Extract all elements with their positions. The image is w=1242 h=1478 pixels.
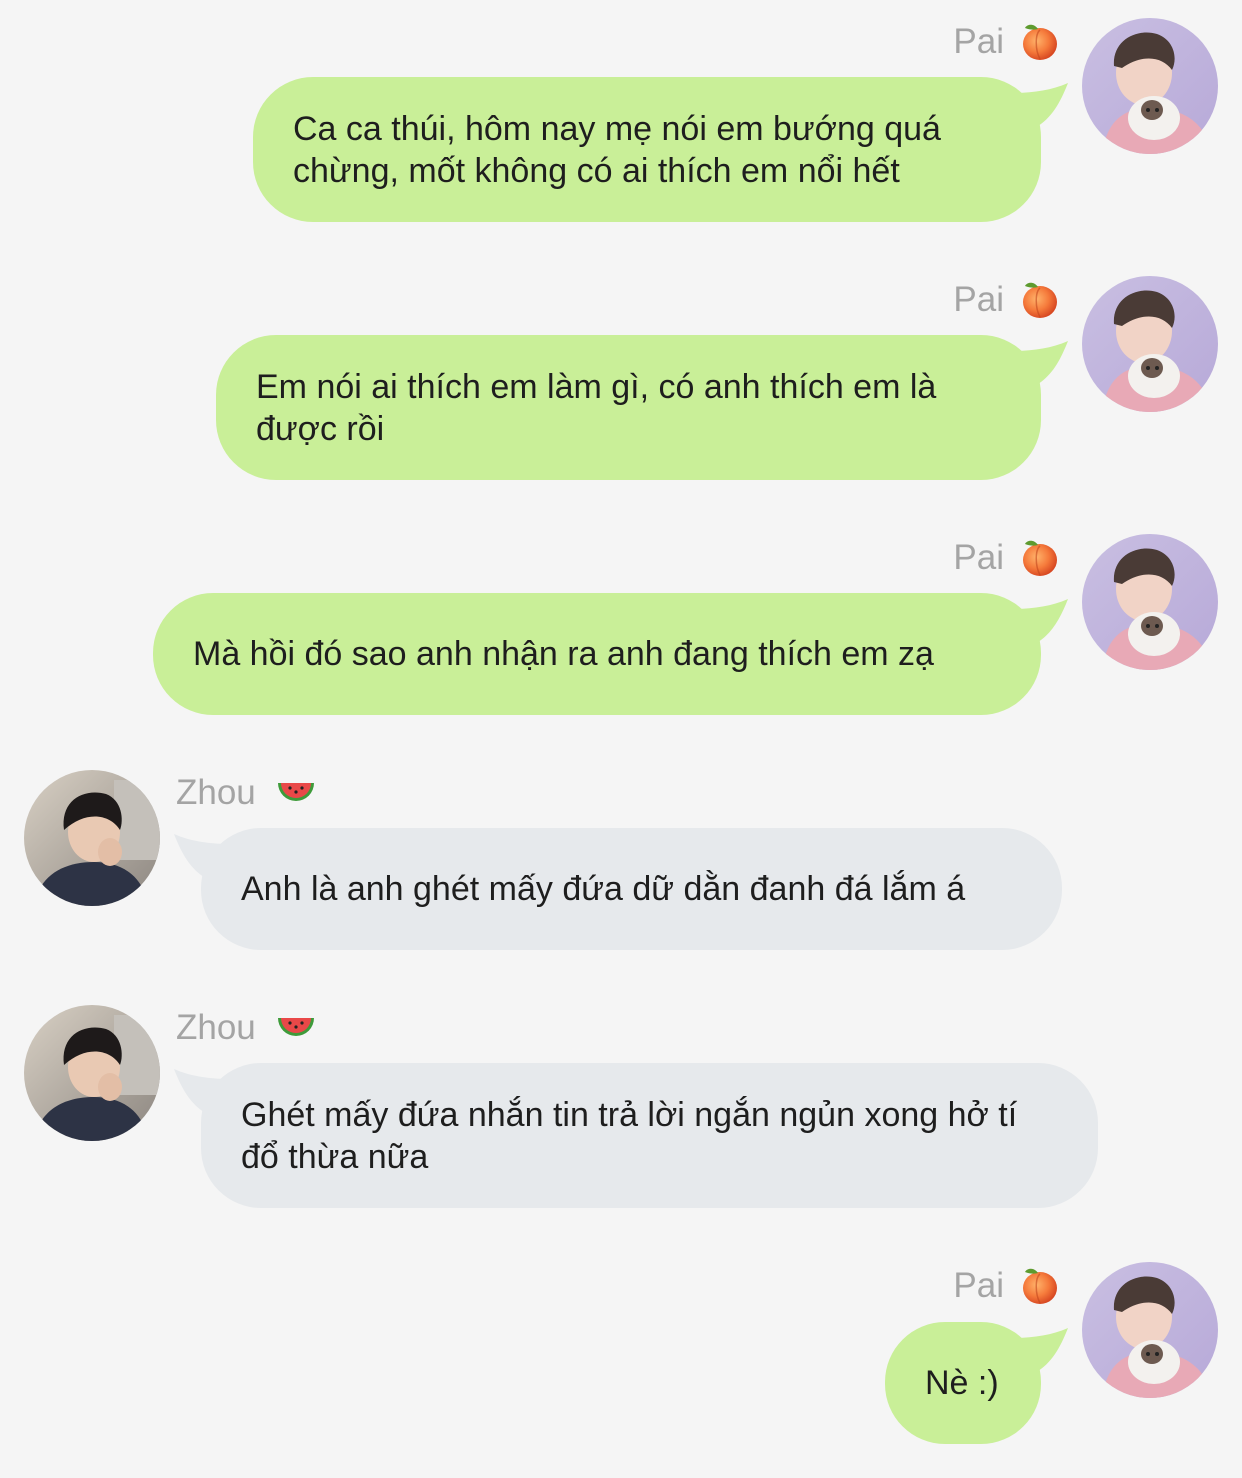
bubble-tail [1010, 599, 1068, 644]
watermelon-emoji [278, 783, 314, 801]
peach-emoji [1023, 1268, 1057, 1304]
message-bubble[interactable]: Em nói ai thích em làm gì, có anh thích … [216, 335, 1041, 480]
sender-name: Pai [953, 538, 1004, 577]
watermelon-emoji [278, 1018, 314, 1036]
avatar-zhou[interactable] [24, 770, 160, 906]
avatar-pai[interactable] [1082, 276, 1218, 412]
avatar-pai[interactable] [1082, 1262, 1218, 1398]
avatar-pai[interactable] [1082, 18, 1218, 154]
sender-name: Zhou [176, 773, 256, 812]
message-text: Ghét mấy đứa nhắn tin trả lời ngắn ngủn … [241, 1095, 1018, 1176]
avatar-zhou[interactable] [24, 1005, 160, 1141]
avatar-pai[interactable] [1082, 534, 1218, 670]
bubble-tail [1010, 1328, 1068, 1373]
message-bubble[interactable]: Mà hồi đó sao anh nhận ra anh đang thích… [153, 593, 1041, 715]
sender-name: Pai [953, 280, 1004, 319]
message-bubble[interactable]: Ca ca thúi, hôm nay mẹ nói em bướng quá … [253, 77, 1041, 222]
bubble-tail [1010, 341, 1068, 386]
message-text: Ca ca thúi, hôm nay mẹ nói em bướng quá … [293, 109, 941, 190]
peach-emoji [1023, 24, 1057, 60]
message-bubble[interactable]: Ghét mấy đứa nhắn tin trả lời ngắn ngủn … [201, 1063, 1098, 1208]
sender-name: Zhou [176, 1008, 256, 1047]
sender-name: Pai [953, 1266, 1004, 1305]
peach-emoji [1023, 282, 1057, 318]
message-text: Nè :) [925, 1364, 999, 1402]
message-text: Em nói ai thích em làm gì, có anh thích … [256, 367, 937, 448]
sender-name: Pai [953, 22, 1004, 61]
message-text: Anh là anh ghét mấy đứa dữ dằn đanh đá l… [241, 870, 966, 908]
message-bubble[interactable]: Anh là anh ghét mấy đứa dữ dằn đanh đá l… [201, 828, 1062, 950]
message-text: Mà hồi đó sao anh nhận ra anh đang thích… [193, 635, 934, 673]
peach-emoji [1023, 540, 1057, 576]
bubble-tail [1010, 83, 1068, 128]
